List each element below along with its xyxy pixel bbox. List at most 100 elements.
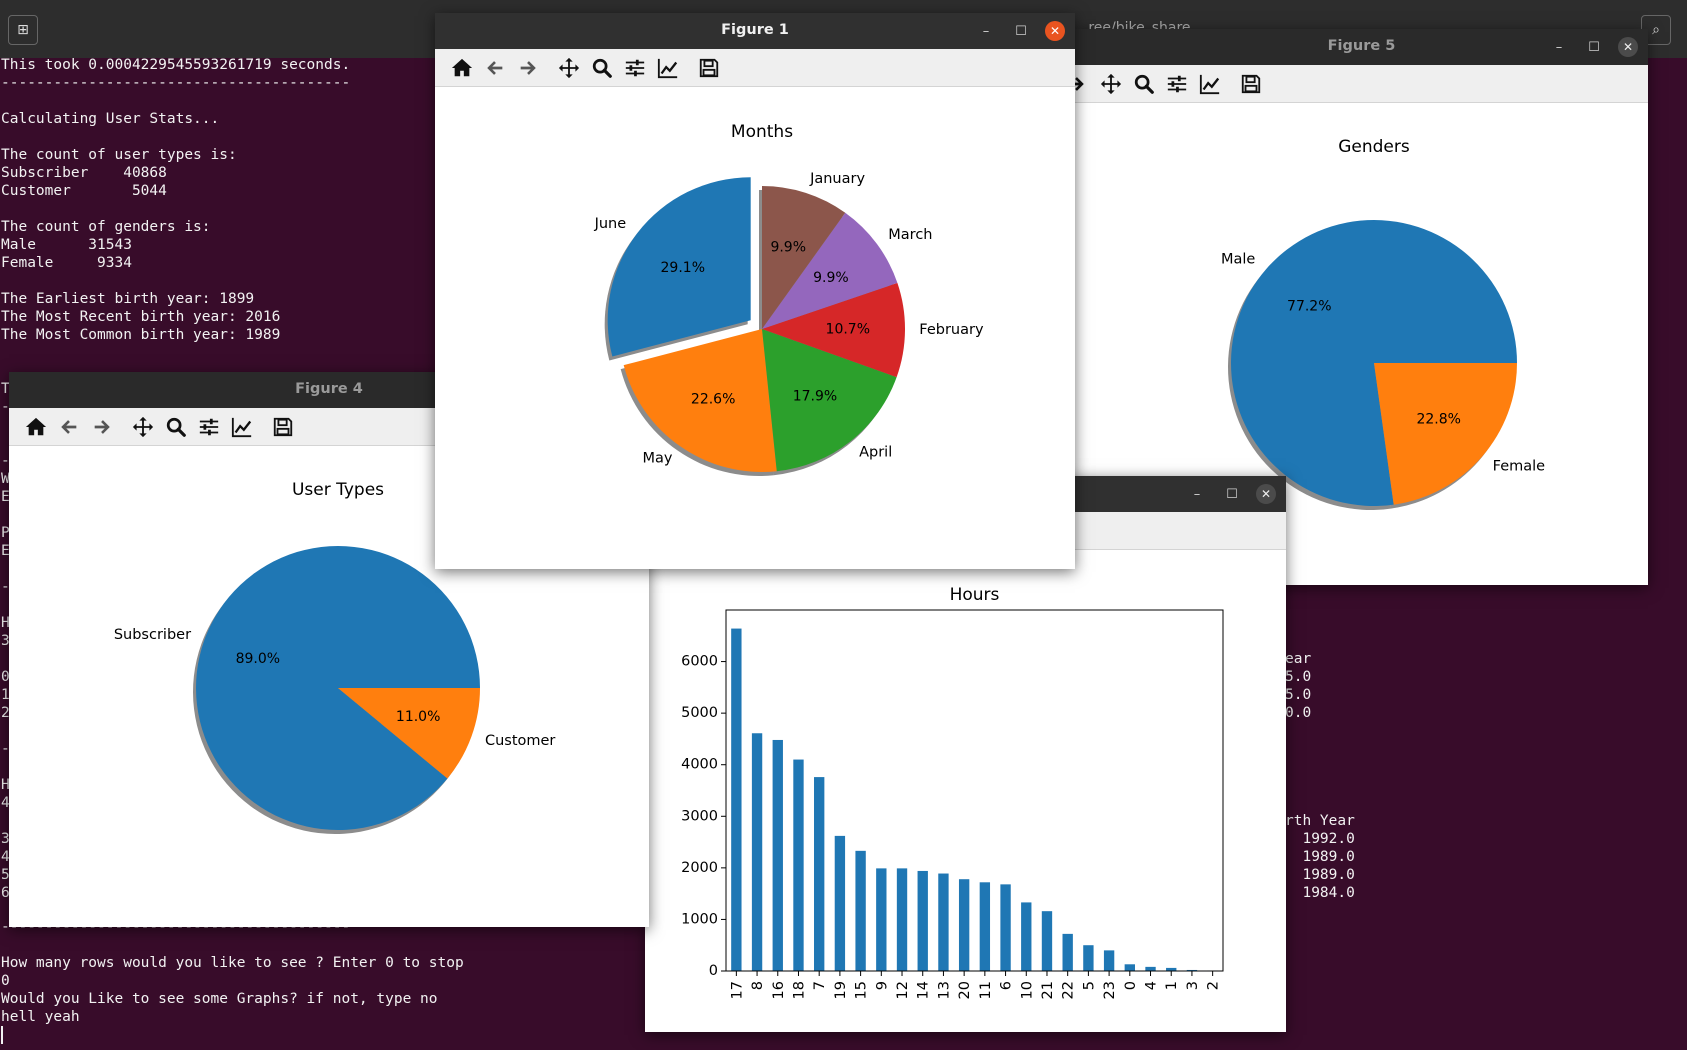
close-button[interactable]: ✕ <box>1256 484 1276 504</box>
save-figure-button[interactable] <box>270 414 296 440</box>
chart-title: User Types <box>292 480 384 500</box>
pan-button[interactable] <box>130 414 156 440</box>
back-button[interactable] <box>56 414 82 440</box>
forward-button[interactable] <box>515 55 541 81</box>
pie-slice-percent: 22.8% <box>1416 411 1460 427</box>
close-button[interactable]: ✕ <box>1618 37 1638 57</box>
maximize-button[interactable]: ☐ <box>1222 484 1242 504</box>
x-tick-label: 21 <box>1040 981 1056 999</box>
pie-slice-label: April <box>859 445 892 461</box>
pie-slice-percent: 10.7% <box>826 322 870 338</box>
maximize-button[interactable]: ☐ <box>1584 37 1604 57</box>
configure-subplots-button[interactable] <box>1164 71 1190 97</box>
x-tick-label: 12 <box>895 981 911 999</box>
x-tick-label: 17 <box>729 981 745 999</box>
configure-subplots-button[interactable] <box>622 55 648 81</box>
home-button[interactable] <box>449 55 475 81</box>
pie-slice-label: February <box>919 322 984 338</box>
x-tick-label: 10 <box>1019 981 1035 999</box>
x-tick-label: 20 <box>957 981 973 999</box>
minimize-icon: – <box>1193 486 1201 502</box>
maximize-button[interactable]: ☐ <box>1011 21 1031 41</box>
pie-slice-label: Male <box>1221 252 1255 268</box>
x-tick-label: 16 <box>771 981 787 999</box>
pie-slice <box>1374 363 1517 505</box>
bar <box>1041 911 1053 971</box>
zoom-button[interactable] <box>163 414 189 440</box>
edit-axis-button[interactable] <box>1197 71 1223 97</box>
search-icon: ⌕ <box>1652 22 1660 38</box>
configure-subplots-button[interactable] <box>196 414 222 440</box>
minimize-icon: – <box>982 23 990 39</box>
close-icon: ✕ <box>1622 40 1634 54</box>
y-tick-label: 1000 <box>681 911 718 927</box>
terminal-prompt-output: ----------------------------------------… <box>1 919 464 1025</box>
x-tick-label: 19 <box>833 981 849 999</box>
save-figure-button[interactable] <box>1238 71 1264 97</box>
bar <box>751 733 763 971</box>
line-chart-icon <box>657 58 678 79</box>
x-tick-label: 7 <box>812 981 828 990</box>
window-titlebar[interactable]: Figure 5 – ☐ ✕ <box>1075 29 1648 65</box>
back-button[interactable] <box>482 55 508 81</box>
chart-title: Genders <box>1338 137 1410 157</box>
x-tick-label: 8 <box>750 981 766 990</box>
figure-window-months: Figure 1 – ☐ ✕ Months June 29.1% May 22.6% Ap… <box>435 13 1075 569</box>
forward-button[interactable] <box>89 414 115 440</box>
bar <box>979 882 991 971</box>
pie-slice-percent: 9.9% <box>770 239 806 255</box>
bar <box>1145 966 1156 971</box>
pie-slice-percent: 11.0% <box>396 709 440 725</box>
bar <box>1000 884 1011 971</box>
magnifier-icon <box>592 58 612 78</box>
chart-title: Months <box>731 122 793 142</box>
pie-slice-label: January <box>809 171 865 187</box>
terminal-cursor <box>1 1026 3 1044</box>
home-button[interactable] <box>23 414 49 440</box>
zoom-button[interactable] <box>1131 71 1157 97</box>
move-icon <box>1100 73 1122 95</box>
move-icon <box>558 57 580 79</box>
plot-toolbar <box>1068 65 1648 103</box>
maximize-icon: ☐ <box>1588 39 1600 55</box>
bar <box>1103 950 1115 971</box>
close-button[interactable]: ✕ <box>1045 21 1065 41</box>
arrow-right-icon <box>520 61 536 75</box>
arrow-right-icon <box>94 420 110 434</box>
bar <box>876 868 887 971</box>
pie-slice-percent: 89.0% <box>236 651 280 667</box>
months-pie-chart: Months June 29.1% May 22.6% April 17.9% Februar… <box>594 122 984 476</box>
pie-slice-percent: 17.9% <box>793 388 837 404</box>
plot-toolbar <box>435 49 1075 87</box>
plot-canvas: Hours 17 8 16 18 7 19 15 9 12 14 13 20 11 6 10 21 22 5 23 0 4… <box>645 550 1286 1032</box>
bar <box>1083 945 1094 971</box>
maximize-icon: ☐ <box>1015 23 1027 39</box>
pan-button[interactable] <box>556 55 582 81</box>
x-tick-label: 13 <box>936 981 952 999</box>
new-tab-button[interactable]: ⊞ <box>8 15 38 45</box>
save-figure-button[interactable] <box>696 55 722 81</box>
pie-slice-percent: 9.9% <box>813 270 849 286</box>
edit-axis-button[interactable] <box>655 55 681 81</box>
x-tick-label: 3 <box>1185 981 1201 990</box>
pie-slice-percent: 22.6% <box>691 392 735 408</box>
edit-axis-button[interactable] <box>229 414 255 440</box>
bar <box>814 777 825 971</box>
x-tick-label: 4 <box>1144 981 1160 990</box>
maximize-icon: ☐ <box>1226 486 1238 502</box>
close-icon: ✕ <box>1260 487 1272 501</box>
home-icon <box>25 417 47 436</box>
x-tick-label: 15 <box>854 981 870 999</box>
line-chart-icon <box>231 417 252 438</box>
bar <box>1021 902 1032 971</box>
minimize-button[interactable]: – <box>976 21 996 41</box>
y-tick-label: 6000 <box>681 654 718 670</box>
y-tick-label: 3000 <box>681 808 718 824</box>
terminal-right-fragments: ear 5.0 5.0 0.0 rth Year 1992.0 1989.0 1… <box>1285 651 1355 901</box>
window-titlebar[interactable]: Figure 1 – ☐ ✕ <box>435 13 1075 49</box>
zoom-button[interactable] <box>589 55 615 81</box>
minimize-button[interactable]: – <box>1549 37 1569 57</box>
sliders-icon <box>199 418 219 436</box>
minimize-button[interactable]: – <box>1187 484 1207 504</box>
pan-button[interactable] <box>1098 71 1124 97</box>
